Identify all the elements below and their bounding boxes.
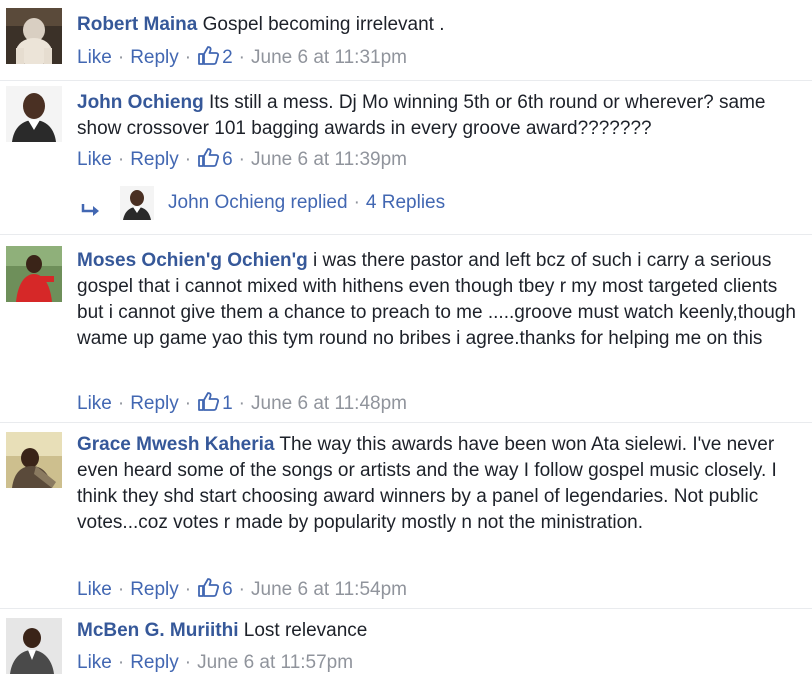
comment-time[interactable]: June 6 at 11:31pm [251, 47, 407, 68]
avatar[interactable] [6, 8, 62, 64]
replies-label[interactable]: John Ochieng replied [168, 192, 348, 213]
comment: McBen G. Muriithi Lost relevance Like · Re… [0, 608, 812, 684]
like-count[interactable]: 6 [197, 578, 233, 600]
comment-body: Moses Ochien'g Ochien'g i was there past… [77, 248, 804, 352]
like-count[interactable]: 6 [197, 148, 233, 170]
comment-actions: Like · Reply · 6 · June 6 at 11:54pm [77, 578, 407, 600]
avatar[interactable] [120, 186, 154, 220]
reply-link[interactable]: Reply [130, 149, 179, 170]
reply-link[interactable]: Reply [130, 579, 179, 600]
like-link[interactable]: Like [77, 47, 112, 68]
comment-actions: Like · Reply · 1 · June 6 at 11:48pm [77, 392, 407, 414]
reply-link[interactable]: Reply [130, 393, 179, 414]
thumbs-up-icon [198, 578, 220, 597]
comment-text: Gospel becoming irrelevant . [202, 14, 445, 35]
comment-text: Lost relevance [243, 620, 368, 641]
avatar[interactable] [6, 618, 62, 674]
comment-time[interactable]: June 6 at 11:57pm [197, 652, 353, 673]
comment-time[interactable]: June 6 at 11:54pm [251, 579, 407, 600]
thumbs-up-icon [198, 46, 220, 65]
avatar[interactable] [6, 86, 62, 142]
comment-body: John Ochieng Its still a mess. Dj Mo win… [77, 90, 804, 142]
comment: Moses Ochien'g Ochien'g i was there past… [0, 234, 812, 423]
like-link[interactable]: Like [77, 393, 112, 414]
reply-link[interactable]: Reply [130, 652, 179, 673]
comment: John Ochieng Its still a mess. Dj Mo win… [0, 80, 812, 235]
comment-author[interactable]: Grace Mwesh Kaheria [77, 434, 274, 455]
comment-body: McBen G. Muriithi Lost relevance [77, 618, 804, 644]
comment-body: Grace Mwesh Kaheria The way this awards … [77, 432, 804, 536]
like-link[interactable]: Like [77, 149, 112, 170]
replies-count[interactable]: 4 Replies [366, 192, 445, 213]
comment-actions: Like · Reply · June 6 at 11:57pm [77, 652, 354, 673]
comment: Robert Maina Gospel becoming irrelevant … [0, 0, 812, 81]
like-count[interactable]: 1 [197, 392, 233, 414]
comment-body: Robert Maina Gospel becoming irrelevant … [77, 12, 804, 38]
thumbs-up-icon [198, 392, 220, 411]
avatar[interactable] [6, 246, 62, 302]
comment: Grace Mwesh Kaheria The way this awards … [0, 422, 812, 609]
avatar[interactable] [6, 432, 62, 488]
comment-actions: Like · Reply · 6 · June 6 at 11:39pm [77, 148, 407, 170]
reply-arrow-icon [81, 204, 99, 216]
thumbs-up-icon [198, 148, 220, 167]
reply-link[interactable]: Reply [130, 47, 179, 68]
comment-author[interactable]: Robert Maina [77, 14, 197, 35]
like-count[interactable]: 2 [197, 46, 233, 68]
comment-author[interactable]: John Ochieng [77, 92, 204, 113]
comment-time[interactable]: June 6 at 11:39pm [251, 149, 407, 170]
comment-author[interactable]: McBen G. Muriithi [77, 620, 239, 641]
comment-time[interactable]: June 6 at 11:48pm [251, 393, 407, 414]
like-link[interactable]: Like [77, 652, 112, 673]
comment-author[interactable]: Moses Ochien'g Ochien'g [77, 250, 308, 271]
comment-actions: Like · Reply · 2 · June 6 at 11:31pm [77, 46, 407, 68]
like-link[interactable]: Like [77, 579, 112, 600]
